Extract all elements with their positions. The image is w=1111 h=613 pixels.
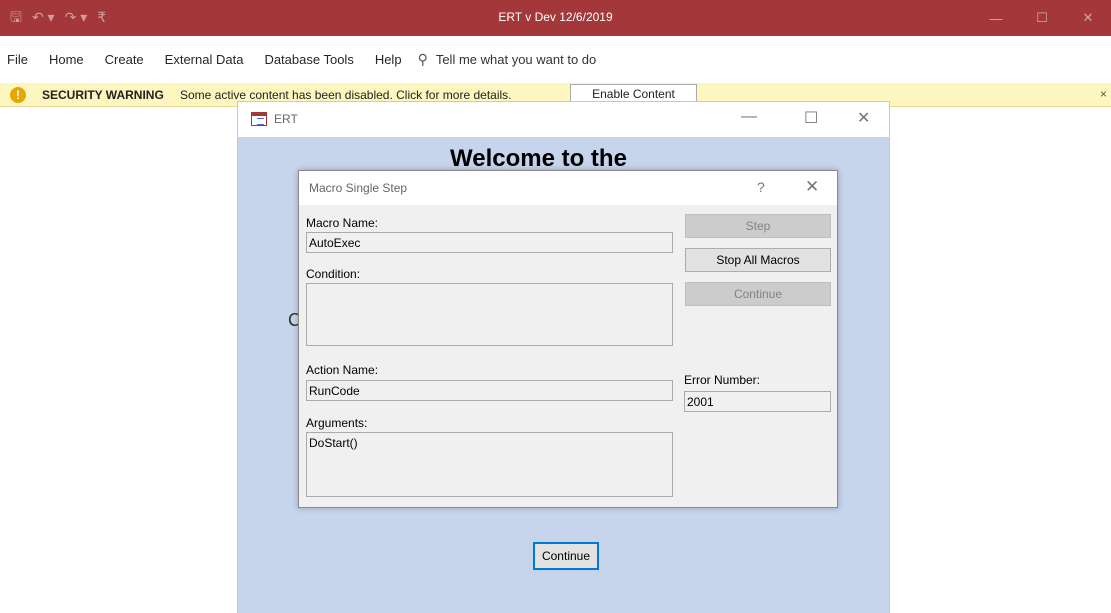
action-name-label: Action Name: bbox=[306, 363, 379, 377]
maximize-button[interactable]: ☐ bbox=[1019, 0, 1065, 36]
tell-me-label: Tell me what you want to do bbox=[435, 51, 597, 67]
security-warning-label: SECURITY WARNING bbox=[42, 88, 164, 102]
tab-help[interactable]: Help bbox=[367, 52, 410, 67]
form-continue-button[interactable]: Continue bbox=[533, 542, 599, 570]
tab-database-tools[interactable]: Database Tools bbox=[256, 52, 361, 67]
dialog-close-icon[interactable]: ✕ bbox=[805, 177, 819, 197]
ert-form-titlebar: ERT — ☐ ✕ bbox=[238, 102, 889, 137]
continue-button[interactable]: Continue bbox=[685, 282, 831, 306]
tab-home[interactable]: Home bbox=[41, 52, 92, 67]
macro-single-step-dialog: Macro Single Step ? ✕ Macro Name: AutoEx… bbox=[298, 170, 838, 508]
security-warning-message[interactable]: Some active content has been disabled. C… bbox=[180, 88, 512, 102]
macro-name-field[interactable]: AutoExec bbox=[306, 232, 673, 253]
tab-create[interactable]: Create bbox=[97, 52, 152, 67]
dialog-titlebar: Macro Single Step ? ✕ bbox=[299, 171, 837, 205]
close-button[interactable]: ✕ bbox=[1065, 0, 1111, 36]
step-button[interactable]: Step bbox=[685, 214, 831, 238]
macro-name-label: Macro Name: bbox=[306, 216, 379, 230]
arguments-label: Arguments: bbox=[306, 416, 368, 430]
title-bar: 🖫 ↶ ▾ ↷ ▾ ₹ ERT v Dev 12/6/2019 — ☐ ✕ bbox=[0, 0, 1111, 36]
welcome-heading: Welcome to the bbox=[450, 145, 627, 172]
close-warning-icon[interactable]: × bbox=[1100, 87, 1107, 101]
search-icon: ⚲ bbox=[417, 50, 428, 67]
arguments-field[interactable]: DoStart() bbox=[306, 432, 673, 497]
tell-me-search[interactable]: ⚲ Tell me what you want to do bbox=[418, 51, 597, 68]
ert-minimize-button[interactable]: — bbox=[741, 108, 757, 126]
help-icon[interactable]: ? bbox=[757, 179, 765, 195]
condition-label: Condition: bbox=[306, 267, 361, 281]
condition-field[interactable] bbox=[306, 283, 673, 346]
dialog-title: Macro Single Step bbox=[309, 181, 408, 195]
stop-all-macros-button[interactable]: Stop All Macros bbox=[685, 248, 831, 272]
error-number-field[interactable]: 2001 bbox=[684, 391, 831, 412]
minimize-button[interactable]: — bbox=[973, 0, 1019, 36]
window-controls: — ☐ ✕ bbox=[973, 0, 1111, 36]
ert-maximize-button[interactable]: ☐ bbox=[804, 108, 818, 128]
ert-close-button[interactable]: ✕ bbox=[857, 108, 870, 128]
window-title: ERT v Dev 12/6/2019 bbox=[498, 10, 613, 24]
ert-form-title: ERT bbox=[274, 112, 298, 126]
error-number-label: Error Number: bbox=[684, 373, 761, 387]
tab-file[interactable]: File bbox=[7, 52, 36, 67]
warning-icon: ! bbox=[10, 87, 26, 103]
tab-external-data[interactable]: External Data bbox=[157, 52, 252, 67]
form-icon bbox=[251, 112, 267, 126]
action-name-field[interactable]: RunCode bbox=[306, 380, 673, 401]
ribbon-tabs: File Home Create External Data Database … bbox=[0, 44, 1111, 74]
